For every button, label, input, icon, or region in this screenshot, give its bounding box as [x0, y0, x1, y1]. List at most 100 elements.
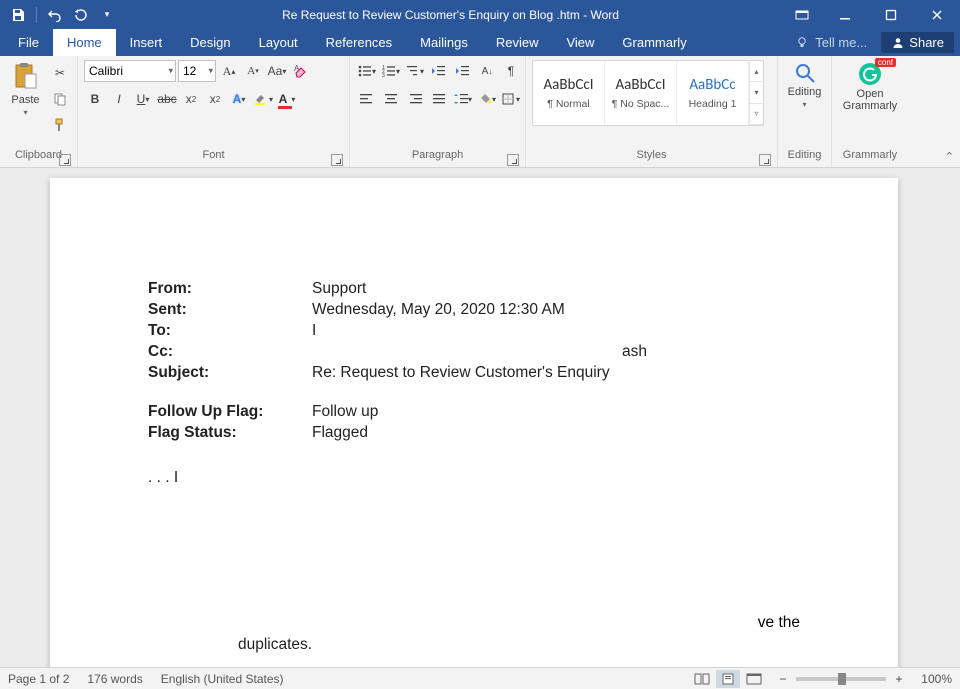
tell-me-placeholder: Tell me... [815, 35, 867, 50]
shrink-font-button[interactable]: A▾ [242, 60, 264, 82]
numbering-button[interactable]: 123▾ [380, 60, 402, 82]
gallery-down[interactable]: ▾ [749, 82, 763, 103]
cut-button[interactable]: ✂ [49, 62, 71, 84]
tab-home[interactable]: Home [53, 29, 116, 56]
header-label: Cc: [148, 341, 312, 362]
header-label: Follow Up Flag: [148, 401, 312, 422]
header-value: ash [312, 341, 800, 362]
underline-button[interactable]: U▾ [132, 88, 154, 110]
redo-icon[interactable] [69, 3, 93, 27]
font-size-combo[interactable]: 12▾ [178, 60, 216, 82]
tab-design[interactable]: Design [176, 29, 244, 56]
grow-font-button[interactable]: A▴ [218, 60, 240, 82]
header-row: From:Support [148, 278, 800, 299]
group-clipboard: Paste ▾ ✂ Clipboard [0, 56, 78, 167]
show-marks-button[interactable]: ¶ [500, 60, 522, 82]
tab-mailings[interactable]: Mailings [406, 29, 482, 56]
align-right-button[interactable] [404, 88, 426, 110]
web-layout-button[interactable] [742, 670, 766, 688]
tab-insert[interactable]: Insert [116, 29, 177, 56]
close-button[interactable] [914, 0, 960, 29]
zoom-thumb[interactable] [838, 673, 846, 685]
tab-layout[interactable]: Layout [245, 29, 312, 56]
shading-button[interactable]: ▾ [476, 88, 498, 110]
tab-review[interactable]: Review [482, 29, 553, 56]
clear-formatting-button[interactable]: A [290, 60, 312, 82]
tab-view[interactable]: View [552, 29, 608, 56]
font-name-combo[interactable]: Calibri▾ [84, 60, 176, 82]
tell-me-search[interactable]: Tell me... [787, 35, 875, 50]
tab-references[interactable]: References [312, 29, 406, 56]
status-language[interactable]: English (United States) [161, 672, 284, 686]
page-icon [721, 673, 735, 685]
status-page[interactable]: Page 1 of 2 [8, 672, 69, 686]
increase-indent-button[interactable] [452, 60, 474, 82]
change-case-button[interactable]: Aa▾ [266, 60, 288, 82]
line-spacing-button[interactable]: ▾ [452, 88, 474, 110]
header-row: To:I [148, 320, 800, 341]
clipboard-dialog-launcher[interactable] [59, 154, 71, 166]
header-row: Sent:Wednesday, May 20, 2020 12:30 AM [148, 299, 800, 320]
tab-grammarly[interactable]: Grammarly [608, 29, 700, 56]
header-value: Flagged [312, 422, 800, 443]
text-effects-button[interactable]: A▾ [228, 88, 250, 110]
italic-button[interactable]: I [108, 88, 130, 110]
share-button[interactable]: Share [881, 32, 954, 53]
document-area[interactable]: From:Support Sent:Wednesday, May 20, 202… [0, 168, 960, 667]
qat-customize-icon[interactable]: ▾ [95, 3, 119, 27]
zoom-level[interactable]: 100% [912, 672, 952, 686]
decrease-indent-button[interactable] [428, 60, 450, 82]
align-left-button[interactable] [356, 88, 378, 110]
zoom-slider[interactable] [796, 677, 886, 681]
read-mode-button[interactable] [690, 670, 714, 688]
ribbon-options-icon[interactable] [782, 0, 822, 29]
style-heading1[interactable]: AaBbCc Heading 1 [677, 61, 749, 125]
paste-button[interactable]: Paste ▾ [6, 60, 45, 117]
document-page[interactable]: From:Support Sent:Wednesday, May 20, 202… [50, 178, 898, 667]
eraser-icon: A [293, 64, 309, 78]
highlight-button[interactable]: ▾ [252, 88, 274, 110]
editing-button[interactable]: Editing ▾ [784, 60, 825, 109]
zoom-in-button[interactable]: + [892, 672, 906, 686]
style-no-spacing[interactable]: AaBbCcI ¶ No Spac... [605, 61, 677, 125]
style-preview: AaBbCcI [615, 76, 665, 94]
align-left-icon [360, 93, 374, 105]
styles-dialog-launcher[interactable] [759, 154, 771, 166]
strikethrough-button[interactable]: abc [156, 88, 178, 110]
header-row: Cc: ash [148, 341, 800, 362]
open-grammarly-button[interactable]: conf OpenGrammarly [838, 60, 902, 112]
gallery-more[interactable]: ▿ [749, 104, 763, 125]
subscript-button[interactable]: x2 [180, 88, 202, 110]
font-color-button[interactable]: A▾ [276, 88, 298, 110]
copy-button[interactable] [49, 88, 71, 110]
collapse-ribbon-icon[interactable]: ⌃ [945, 150, 954, 163]
status-words[interactable]: 176 words [87, 672, 142, 686]
sort-button[interactable]: A↓ [476, 60, 498, 82]
undo-icon[interactable] [43, 3, 67, 27]
header-value: Re: Request to Review Customer's Enquiry [312, 362, 800, 383]
bullets-button[interactable]: ▾ [356, 60, 378, 82]
minimize-button[interactable] [822, 0, 868, 29]
save-icon[interactable] [6, 3, 30, 27]
justify-button[interactable] [428, 88, 450, 110]
gallery-up[interactable]: ▴ [749, 61, 763, 82]
font-dialog-launcher[interactable] [331, 154, 343, 166]
borders-button[interactable]: ▾ [500, 88, 522, 110]
grammarly-label-bot: Grammarly [843, 100, 897, 112]
align-center-button[interactable] [380, 88, 402, 110]
style-name: Heading 1 [689, 98, 737, 110]
tab-file[interactable]: File [4, 29, 53, 56]
grammarly-label-top: Open [857, 88, 884, 100]
body-text: ve the [758, 614, 800, 632]
style-normal[interactable]: AaBbCcI ¶ Normal [533, 61, 605, 125]
multilevel-list-button[interactable]: ▾ [404, 60, 426, 82]
superscript-button[interactable]: x2 [204, 88, 226, 110]
format-painter-button[interactable] [49, 114, 71, 136]
paragraph-dialog-launcher[interactable] [507, 154, 519, 166]
print-layout-button[interactable] [716, 670, 740, 688]
zoom-out-button[interactable]: − [776, 672, 790, 686]
font-name-value: Calibri [89, 64, 123, 78]
bold-button[interactable]: B [84, 88, 106, 110]
borders-icon [502, 93, 516, 105]
maximize-button[interactable] [868, 0, 914, 29]
